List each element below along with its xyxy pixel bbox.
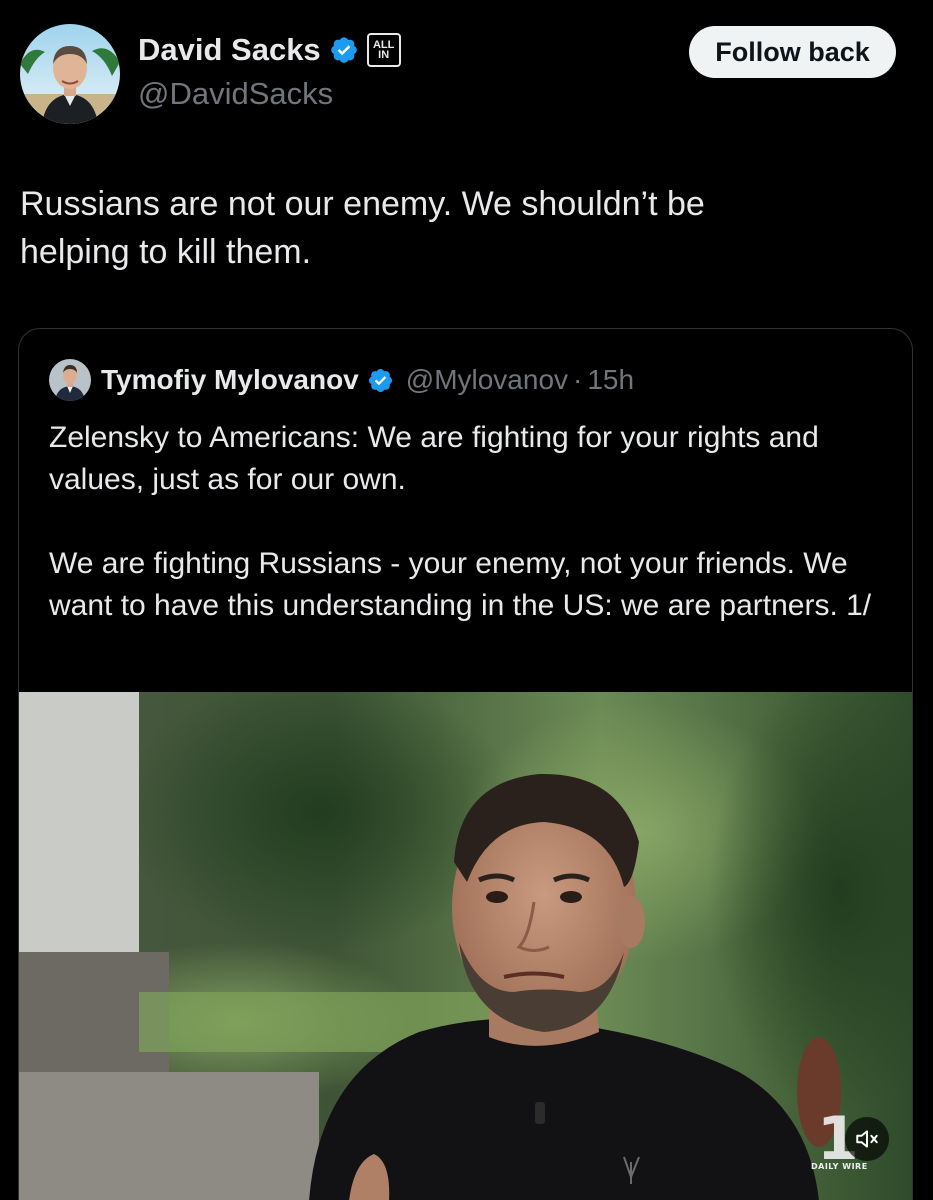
quoted-tweet-body: Zelensky to Americans: We are fighting f… (49, 417, 889, 627)
author-avatar[interactable] (20, 24, 120, 124)
quoted-tweet-video[interactable]: 1 DAILY WIRE (19, 692, 912, 1200)
author-name-row: David Sacks ALL IN (138, 30, 401, 70)
tweet-text-line: helping to kill them. (20, 233, 312, 271)
quoted-tweet-header: Tymofiy Mylovanov @Mylovanov · 15h (49, 359, 634, 401)
tweet-header: David Sacks ALL IN @DavidSacks Follow bac… (0, 0, 933, 140)
all-in-affiliation-icon[interactable]: ALL IN (366, 33, 401, 67)
separator-dot: · (573, 364, 583, 395)
verified-badge-icon[interactable] (367, 367, 394, 394)
tweet-body: Russians are not our enemy. We shouldn’t… (20, 180, 900, 276)
quoted-author-avatar[interactable] (49, 359, 91, 401)
quoted-tweet-timestamp[interactable]: 15h (587, 364, 634, 396)
mute-icon[interactable] (845, 1117, 889, 1161)
tweet-text-line: Russians are not our enemy. We shouldn’t… (20, 185, 705, 223)
quoted-tweet-paragraph: Zelensky to Americans: We are fighting f… (49, 421, 819, 496)
quoted-author-display-name[interactable]: Tymofiy Mylovanov (101, 364, 359, 396)
author-display-name[interactable]: David Sacks (138, 30, 321, 70)
quoted-tweet-paragraph: We are fighting Russians - your enemy, n… (49, 547, 872, 622)
verified-badge-icon[interactable] (329, 35, 359, 65)
follow-back-button[interactable]: Follow back (689, 26, 896, 78)
author-handle[interactable]: @DavidSacks (138, 74, 333, 114)
quoted-author-handle[interactable]: @Mylovanov (406, 364, 568, 396)
watermark-text: DAILY WIRE (811, 1162, 868, 1171)
tweet-detail: David Sacks ALL IN @DavidSacks Follow bac… (0, 0, 933, 1200)
quoted-tweet-card[interactable]: Tymofiy Mylovanov @Mylovanov · 15h Zelen… (18, 328, 913, 1200)
video-frame (19, 692, 912, 1200)
